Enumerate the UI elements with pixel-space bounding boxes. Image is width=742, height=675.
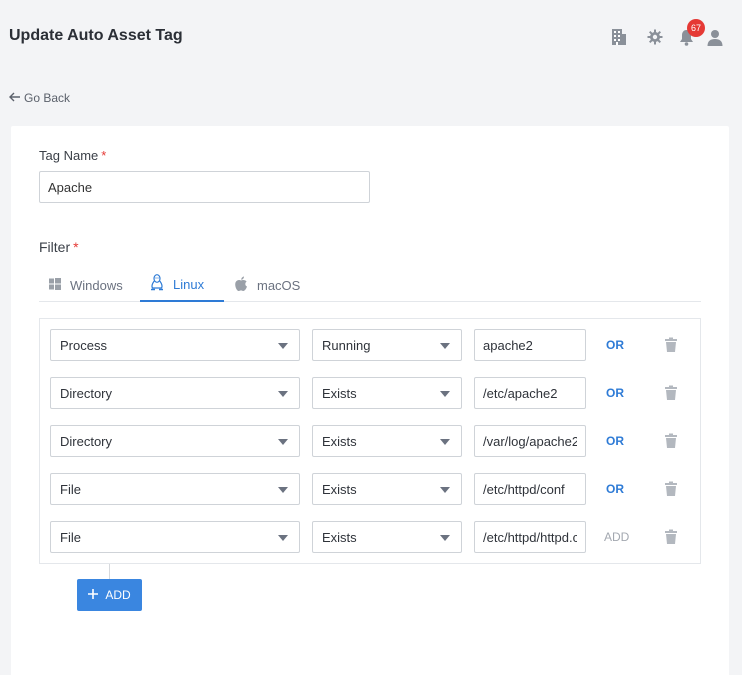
- chevron-down-icon: [278, 439, 288, 445]
- chevron-down-icon: [440, 391, 450, 397]
- rule-value-input[interactable]: [474, 425, 586, 457]
- windows-icon: [49, 277, 61, 293]
- rule-value-input[interactable]: [474, 329, 586, 361]
- filter-label: Filter *: [39, 239, 79, 255]
- chevron-down-icon: [440, 439, 450, 445]
- chevron-down-icon: [278, 343, 288, 349]
- rule-value-input[interactable]: [474, 377, 586, 409]
- tag-name-label: Tag Name *: [39, 148, 107, 163]
- rule-condition-select[interactable]: Exists: [312, 377, 462, 409]
- building-icon[interactable]: [609, 26, 629, 48]
- rule-value-input[interactable]: [474, 473, 586, 505]
- page-title: Update Auto Asset Tag: [9, 27, 183, 44]
- or-button[interactable]: OR: [606, 425, 632, 457]
- chevron-down-icon: [440, 487, 450, 493]
- go-back-label: Go Back: [24, 91, 71, 105]
- filter-rules: Process Running OR Directory Exists OR D…: [39, 318, 701, 564]
- rule-condition-select[interactable]: Exists: [312, 425, 462, 457]
- rule-condition-select[interactable]: Exists: [312, 473, 462, 505]
- rule-type-select[interactable]: Directory: [50, 377, 300, 409]
- trash-icon[interactable]: [664, 481, 678, 497]
- os-tabs: Windows Linux macOS: [39, 268, 701, 302]
- filter-row: File Exists ADD: [40, 521, 700, 553]
- tab-linux[interactable]: Linux: [140, 268, 224, 302]
- filter-row: File Exists OR: [40, 473, 700, 505]
- filter-row: Directory Exists OR: [40, 377, 700, 409]
- trash-icon[interactable]: [664, 385, 678, 401]
- chevron-down-icon: [278, 487, 288, 493]
- add-rule-button[interactable]: ADD: [604, 521, 630, 553]
- rule-type-select[interactable]: File: [50, 521, 300, 553]
- arrow-left-icon: [9, 91, 21, 105]
- filter-row: Process Running OR: [40, 329, 700, 361]
- rule-value-input[interactable]: [474, 521, 586, 553]
- tag-name-input[interactable]: [39, 171, 370, 203]
- rule-condition-select[interactable]: Exists: [312, 521, 462, 553]
- rule-type-select[interactable]: Process: [50, 329, 300, 361]
- form-card: Tag Name* Filter* Windows Linux macOS Pr…: [11, 126, 729, 675]
- go-back-link[interactable]: Go Back: [9, 91, 70, 105]
- chevron-down-icon: [440, 535, 450, 541]
- plus-icon: [88, 588, 99, 602]
- top-bar: Update Auto Asset Tag 67: [0, 0, 742, 74]
- trash-icon[interactable]: [664, 529, 678, 545]
- rule-condition-select[interactable]: Running: [312, 329, 462, 361]
- user-icon[interactable]: [705, 26, 725, 48]
- or-button[interactable]: OR: [606, 377, 632, 409]
- tab-windows[interactable]: Windows: [39, 268, 133, 302]
- apple-icon: [234, 276, 248, 295]
- chevron-down-icon: [440, 343, 450, 349]
- chevron-down-icon: [278, 535, 288, 541]
- tab-macos[interactable]: macOS: [224, 268, 310, 302]
- rule-type-select[interactable]: Directory: [50, 425, 300, 457]
- add-group-button[interactable]: ADD: [77, 579, 142, 611]
- notification-badge: 67: [687, 19, 705, 37]
- chevron-down-icon: [278, 391, 288, 397]
- trash-icon[interactable]: [664, 433, 678, 449]
- trash-icon[interactable]: [664, 337, 678, 353]
- filter-row: Directory Exists OR: [40, 425, 700, 457]
- linux-icon: [150, 274, 164, 294]
- or-button[interactable]: OR: [606, 473, 632, 505]
- or-button[interactable]: OR: [606, 329, 632, 361]
- rule-type-select[interactable]: File: [50, 473, 300, 505]
- gear-icon[interactable]: [645, 26, 665, 48]
- group-connector: [109, 564, 110, 580]
